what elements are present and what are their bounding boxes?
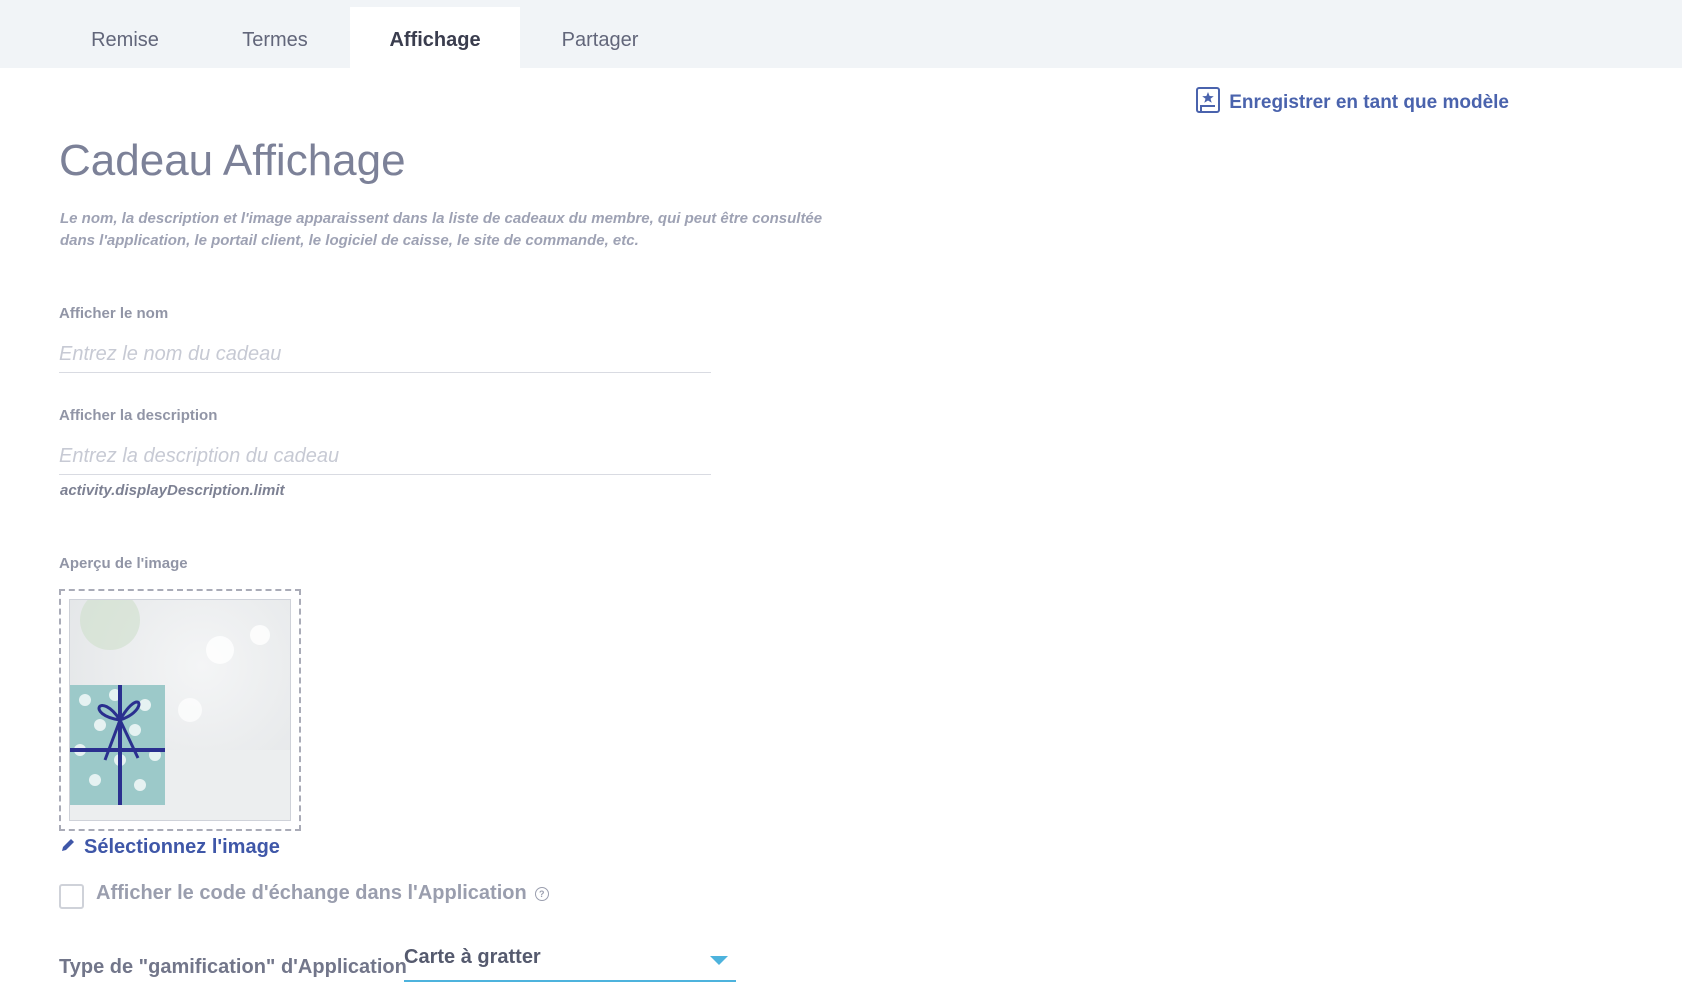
description-input[interactable] [59, 438, 711, 475]
select-image-link[interactable]: Sélectionnez l'image [60, 836, 280, 859]
image-preview-label: Aperçu de l'image [59, 555, 188, 572]
tab-remise[interactable]: Remise [65, 7, 185, 68]
tab-termes[interactable]: Termes [215, 7, 335, 68]
name-input[interactable] [59, 336, 711, 373]
intro-text: Le nom, la description et l'image appara… [60, 210, 823, 249]
name-label: Afficher le nom [59, 305, 169, 322]
gamification-selected-value: Carte à gratter [404, 946, 541, 968]
tab-bar: Remise Termes Affichage Partager [0, 0, 1682, 68]
save-as-template-label: Enregistrer en tant que modèle [1229, 92, 1509, 113]
description-hint: activity.displayDescription.limit [60, 482, 285, 499]
select-image-label: Sélectionnez l'image [84, 836, 280, 858]
show-exchange-code-checkbox[interactable] [59, 884, 84, 909]
show-exchange-code-text: Afficher le code d'échange dans l'Applic… [96, 882, 527, 904]
pencil-icon [60, 836, 84, 859]
gamification-type-label: Type de "gamification" d'Application [59, 956, 407, 978]
template-save-icon [1195, 86, 1229, 120]
page-title: Cadeau Affichage [59, 136, 406, 185]
chevron-down-icon [710, 956, 728, 965]
gamification-type-select[interactable]: Carte à gratter [404, 940, 736, 982]
gift-image-preview [69, 599, 291, 821]
tab-affichage[interactable]: Affichage [350, 7, 520, 68]
question-circle-icon[interactable]: ? [534, 886, 549, 901]
save-as-template-button[interactable]: Enregistrer en tant que modèle [1195, 86, 1509, 120]
show-exchange-code-label: Afficher le code d'échange dans l'Applic… [96, 882, 549, 905]
image-dropzone[interactable] [59, 589, 301, 831]
tab-partager[interactable]: Partager [540, 7, 660, 68]
description-label: Afficher la description [59, 407, 218, 424]
